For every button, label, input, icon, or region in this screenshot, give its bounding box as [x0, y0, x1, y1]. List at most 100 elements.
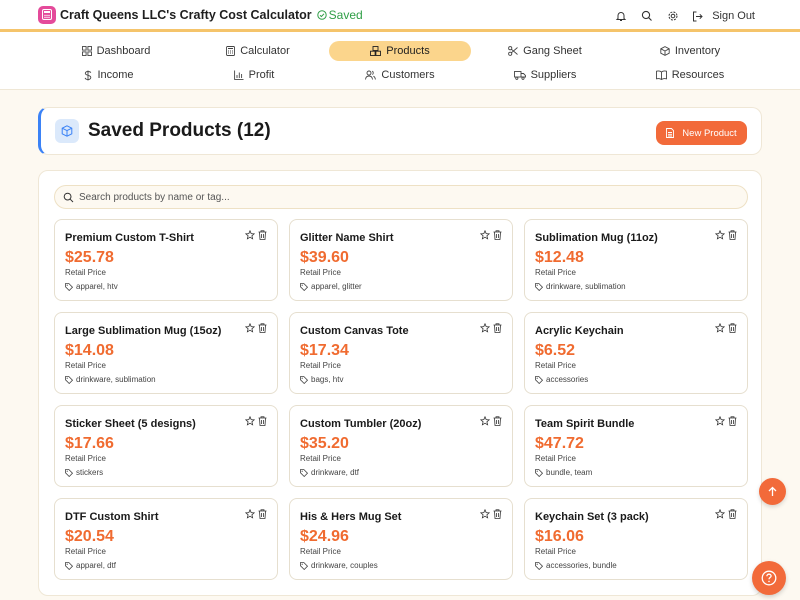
- star-icon[interactable]: [715, 509, 725, 519]
- nav-item-resources[interactable]: Resources: [619, 65, 761, 85]
- card-actions: [477, 230, 502, 240]
- price-label: Retail Price: [65, 361, 106, 370]
- nav-item-profit[interactable]: Profit: [183, 65, 325, 85]
- trash-icon[interactable]: [728, 323, 737, 333]
- product-tags: bundle, team: [535, 468, 737, 477]
- document-icon: [666, 128, 675, 138]
- tags-text: accessories: [546, 375, 589, 384]
- product-card[interactable]: Custom Tumbler (20oz) $35.20 Retail Pric…: [289, 405, 513, 487]
- product-card[interactable]: DTF Custom Shirt $20.54 Retail Price app…: [54, 498, 278, 580]
- card-actions: [242, 509, 267, 519]
- tag-icon: [535, 561, 543, 570]
- product-price: $12.48: [535, 249, 584, 266]
- new-product-button[interactable]: New Product: [656, 121, 747, 145]
- trash-icon[interactable]: [493, 323, 502, 333]
- nav-item-inventory[interactable]: Inventory: [619, 41, 761, 61]
- app-title: Craft Queens LLC's Crafty Cost Calculato…: [60, 7, 312, 22]
- product-card[interactable]: Custom Canvas Tote $17.34 Retail Price b…: [289, 312, 513, 394]
- trash-icon[interactable]: [493, 230, 502, 240]
- product-price: $6.52: [535, 342, 576, 359]
- product-card[interactable]: Glitter Name Shirt $39.60 Retail Price a…: [289, 219, 513, 301]
- trash-icon[interactable]: [493, 509, 502, 519]
- trash-icon[interactable]: [258, 416, 267, 426]
- star-icon[interactable]: [245, 323, 255, 333]
- star-icon[interactable]: [715, 416, 725, 426]
- card-actions: [477, 509, 502, 519]
- product-name: Glitter Name Shirt: [300, 232, 394, 244]
- new-product-label: New Product: [682, 127, 737, 139]
- product-card[interactable]: Team Spirit Bundle $47.72 Retail Price b…: [524, 405, 748, 487]
- nav-label: Gang Sheet: [523, 45, 582, 57]
- truck-icon: [513, 70, 526, 80]
- star-icon[interactable]: [480, 230, 490, 240]
- product-grid: Premium Custom T-Shirt $25.78 Retail Pri…: [54, 219, 748, 580]
- product-card[interactable]: His & Hers Mug Set $24.96 Retail Price d…: [289, 498, 513, 580]
- star-icon[interactable]: [245, 509, 255, 519]
- card-actions: [477, 323, 502, 333]
- trash-icon[interactable]: [728, 230, 737, 240]
- product-price: $17.66: [65, 435, 114, 452]
- nav-item-products[interactable]: Products: [329, 41, 471, 61]
- card-actions: [477, 416, 502, 426]
- nav-item-income[interactable]: Income: [38, 65, 180, 85]
- trash-icon[interactable]: [258, 323, 267, 333]
- star-icon[interactable]: [715, 323, 725, 333]
- price-label: Retail Price: [300, 547, 341, 556]
- product-card[interactable]: Acrylic Keychain $6.52 Retail Price acce…: [524, 312, 748, 394]
- product-card[interactable]: Keychain Set (3 pack) $16.06 Retail Pric…: [524, 498, 748, 580]
- product-tags: apparel, htv: [65, 282, 267, 291]
- product-card[interactable]: Sublimation Mug (11oz) $12.48 Retail Pri…: [524, 219, 748, 301]
- trash-icon[interactable]: [728, 509, 737, 519]
- nav-item-calculator[interactable]: Calculator: [187, 41, 329, 61]
- star-icon[interactable]: [245, 416, 255, 426]
- star-icon[interactable]: [480, 323, 490, 333]
- product-tags: drinkware, sublimation: [65, 375, 267, 384]
- product-tags: drinkware, couples: [300, 561, 502, 570]
- nav-label: Income: [97, 69, 134, 81]
- settings-button[interactable]: [660, 3, 686, 29]
- product-name: Large Sublimation Mug (15oz): [65, 325, 222, 337]
- trash-icon[interactable]: [258, 230, 267, 240]
- tag-icon: [535, 375, 543, 384]
- search-button[interactable]: [634, 3, 660, 29]
- arrow-up-icon: [768, 486, 777, 496]
- trash-icon[interactable]: [258, 509, 267, 519]
- page-title: Saved Products (12): [88, 120, 271, 141]
- product-card[interactable]: Large Sublimation Mug (15oz) $14.08 Reta…: [54, 312, 278, 394]
- nav-item-gang-sheet[interactable]: Gang Sheet: [474, 41, 616, 61]
- product-tags: drinkware, sublimation: [535, 282, 737, 291]
- product-name: Premium Custom T-Shirt: [65, 232, 194, 244]
- card-actions: [712, 509, 737, 519]
- search-input[interactable]: [79, 191, 719, 203]
- nav-item-dashboard[interactable]: Dashboard: [45, 41, 187, 61]
- notifications-button[interactable]: [608, 3, 634, 29]
- nav-label: Calculator: [240, 45, 290, 57]
- help-button[interactable]: [752, 561, 786, 595]
- product-name: Sticker Sheet (5 designs): [65, 418, 196, 430]
- product-name: His & Hers Mug Set: [300, 511, 402, 523]
- help-icon: [761, 570, 777, 586]
- scroll-top-button[interactable]: [759, 478, 786, 505]
- star-icon[interactable]: [715, 230, 725, 240]
- sign-out-button[interactable]: Sign Out: [692, 10, 755, 22]
- tag-icon: [300, 561, 308, 570]
- calculator-icon: [38, 5, 56, 24]
- product-card[interactable]: Sticker Sheet (5 designs) $17.66 Retail …: [54, 405, 278, 487]
- price-label: Retail Price: [65, 454, 106, 463]
- trash-icon[interactable]: [493, 416, 502, 426]
- nav-label: Dashboard: [96, 45, 151, 57]
- product-card[interactable]: Premium Custom T-Shirt $25.78 Retail Pri…: [54, 219, 278, 301]
- nav-label: Resources: [671, 69, 725, 81]
- star-icon[interactable]: [245, 230, 255, 240]
- tag-icon: [65, 561, 73, 570]
- nav-item-suppliers[interactable]: Suppliers: [474, 65, 616, 85]
- product-price: $35.20: [300, 435, 349, 452]
- tags-text: drinkware, sublimation: [546, 282, 626, 291]
- logout-icon: [693, 11, 703, 21]
- price-label: Retail Price: [300, 454, 341, 463]
- star-icon[interactable]: [480, 509, 490, 519]
- nav-item-customers[interactable]: Customers: [329, 65, 471, 85]
- trash-icon[interactable]: [728, 416, 737, 426]
- boxes-icon: [370, 46, 382, 56]
- star-icon[interactable]: [480, 416, 490, 426]
